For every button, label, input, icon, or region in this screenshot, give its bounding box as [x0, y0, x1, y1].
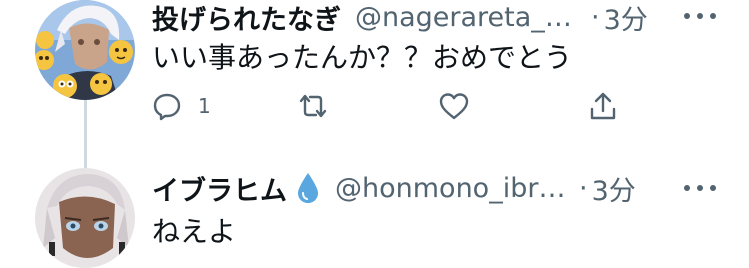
share-button[interactable]	[588, 86, 618, 126]
tweet-actions: 1	[152, 86, 632, 126]
timestamp[interactable]: 3分	[592, 169, 636, 208]
separator-dot: ·	[579, 172, 588, 204]
display-name[interactable]: イブラヒム	[152, 169, 287, 208]
timestamp[interactable]: 3分	[604, 0, 648, 37]
tweet[interactable]: 投げられたなぎ @nagerareta_n... · 3分 いい事あったんか？？…	[0, 0, 749, 160]
tweet-text: ねえよ	[152, 215, 237, 248]
water-drop-icon	[298, 173, 318, 203]
separator-dot: ·	[591, 1, 600, 33]
avatar[interactable]	[35, 168, 135, 268]
share-icon	[590, 92, 616, 120]
retweet-icon	[299, 94, 327, 118]
tweet-header: 投げられたなぎ @nagerareta_n... · 3分	[152, 1, 648, 36]
tweet-header: イブラヒム @honmono_ibra... · 3分	[152, 172, 636, 207]
tweet[interactable]: イブラヒム @honmono_ibra... · 3分 ねえよ	[0, 160, 749, 268]
user-handle[interactable]: @honmono_ibra...	[335, 173, 575, 204]
user-handle[interactable]: @nagerareta_n...	[355, 2, 587, 33]
reply-icon	[153, 93, 181, 121]
anime-avatar-icon	[35, 168, 135, 268]
reply-count: 1	[198, 94, 211, 118]
more-options-icon[interactable]	[680, 182, 720, 194]
retweet-button[interactable]	[296, 86, 330, 126]
display-name[interactable]: 投げられたなぎ	[152, 0, 341, 37]
heart-icon	[439, 93, 469, 120]
tweet-text: いい事あったんか？？おめでとう	[152, 41, 573, 74]
more-options-icon[interactable]	[680, 10, 720, 22]
anime-avatar-with-emoji-icon	[35, 0, 135, 100]
avatar[interactable]	[35, 0, 135, 100]
like-button[interactable]	[438, 86, 470, 126]
reply-button[interactable]: 1	[152, 86, 211, 126]
